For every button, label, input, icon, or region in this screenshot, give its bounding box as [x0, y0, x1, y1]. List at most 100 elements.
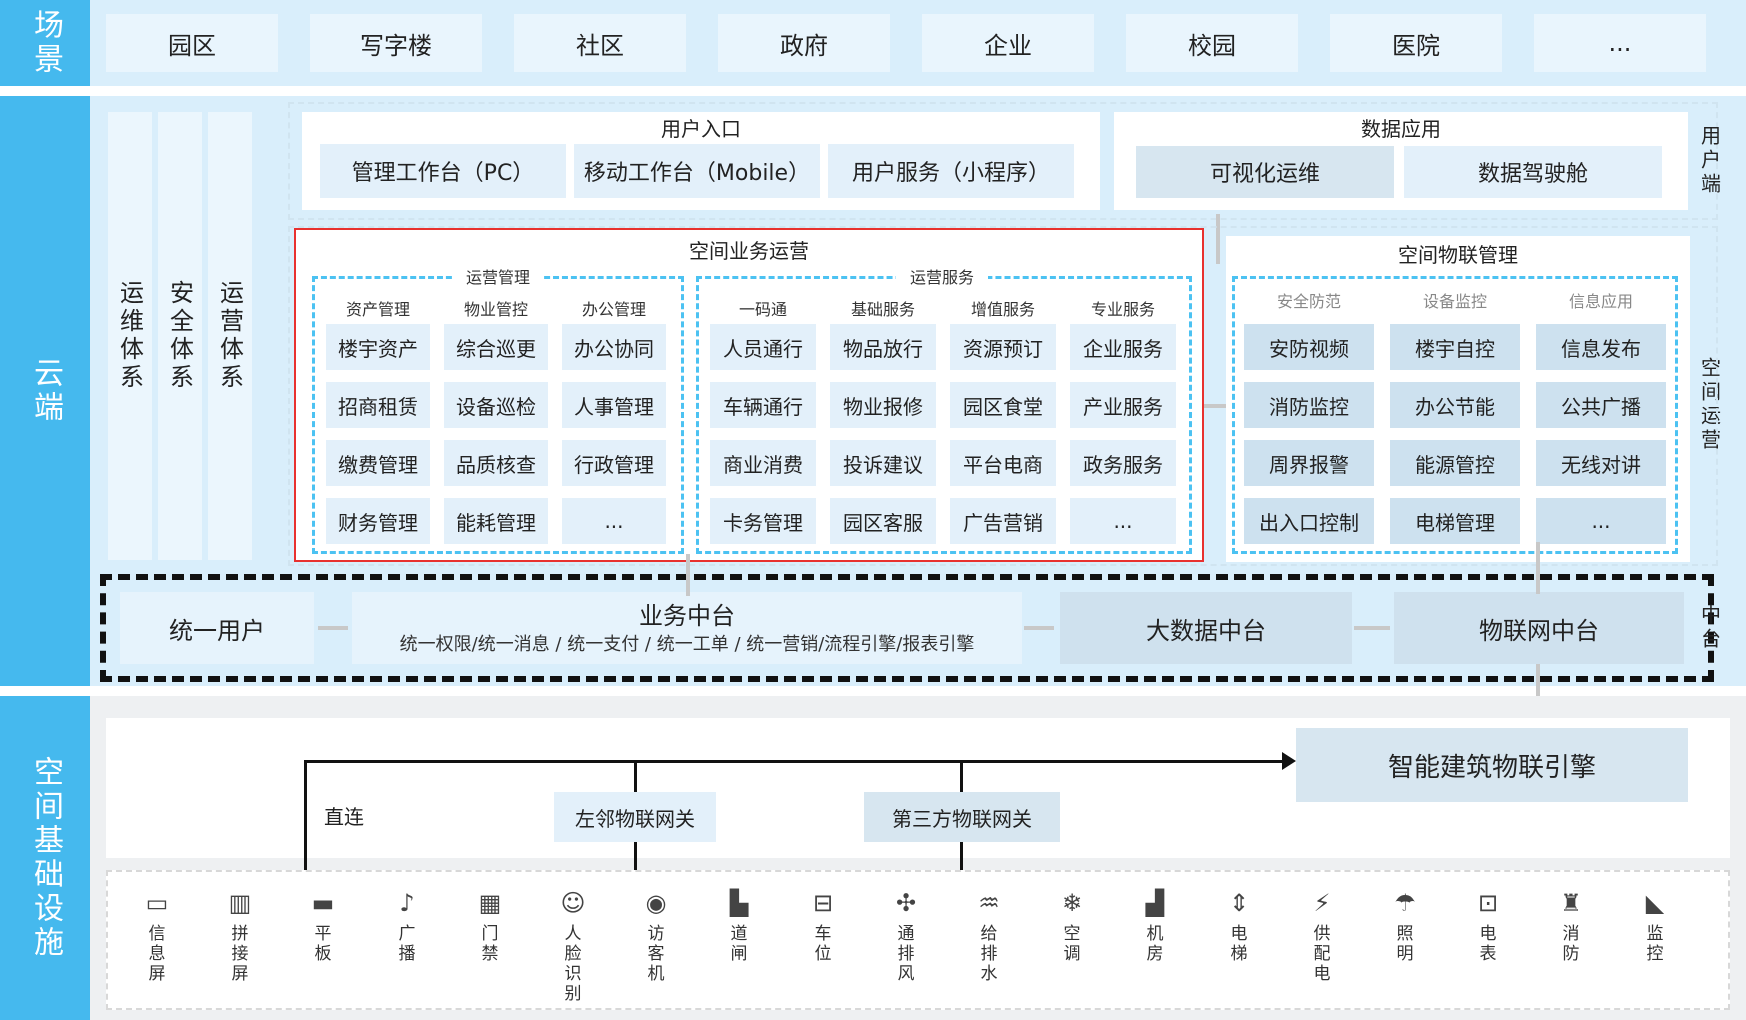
service-cell[interactable]: 财务管理 [326, 498, 430, 544]
service-cell[interactable]: 行政管理 [562, 440, 666, 486]
service-cell[interactable]: 投诉建议 [830, 440, 936, 486]
entry-mobile[interactable]: 移动工作台（Mobile） [574, 144, 820, 198]
bigdata-middle-platform[interactable]: 大数据中台 [1060, 592, 1352, 664]
device-item[interactable]: ▥ 拼接屏 [205, 888, 275, 984]
unified-user[interactable]: 统一用户 [120, 592, 314, 664]
service-cell[interactable]: 车辆通行 [710, 382, 816, 428]
water-pump-icon: ♒ [978, 889, 1000, 917]
meter-icon: ⊡ [1477, 889, 1499, 917]
service-cell[interactable]: ... [562, 498, 666, 544]
service-cell[interactable]: 物业报修 [830, 382, 936, 428]
service-cell[interactable]: 电梯管理 [1390, 498, 1520, 544]
service-cell[interactable]: 平台电商 [950, 440, 1056, 486]
service-cell[interactable]: ... [1536, 498, 1666, 544]
service-cell[interactable]: 周界报警 [1244, 440, 1374, 486]
system-operations: 运营体系 [208, 112, 252, 560]
device-item[interactable]: ▟ 机房 [1120, 888, 1190, 964]
service-cell[interactable]: 设备巡检 [444, 382, 548, 428]
device-item[interactable]: ♒ 给排水 [954, 888, 1024, 984]
device-item[interactable]: ♜ 消防 [1536, 888, 1606, 964]
lighting-icon: ☂ [1394, 889, 1416, 917]
device-label: 照明 [1396, 924, 1414, 964]
service-cell[interactable]: 人事管理 [562, 382, 666, 428]
service-cell[interactable]: 办公节能 [1390, 382, 1520, 428]
service-cell[interactable]: 招商租赁 [326, 382, 430, 428]
entry-pc[interactable]: 管理工作台（PC） [320, 144, 566, 198]
service-cell[interactable]: 办公协同 [562, 324, 666, 370]
arrowhead-engine [1282, 752, 1296, 770]
data-app-visual-ops[interactable]: 可视化运维 [1136, 146, 1394, 198]
device-item[interactable]: ☺ 人脸识别 [538, 888, 608, 1004]
line-to-engine [304, 760, 1288, 763]
device-item[interactable]: ⚡ 供配电 [1287, 888, 1357, 984]
device-label: 拼接屏 [231, 924, 249, 984]
biz-middle-platform[interactable]: 业务中台 统一权限/统一消息 / 统一支付 / 统一工单 / 统一营销/流程引擎… [352, 592, 1022, 664]
gateway-third-party[interactable]: 第三方物联网关 [864, 792, 1060, 842]
service-cell[interactable]: 综合巡更 [444, 324, 548, 370]
service-cell[interactable]: 园区客服 [830, 498, 936, 544]
service-cell[interactable]: 出入口控制 [1244, 498, 1374, 544]
scene-item[interactable]: ... [1534, 14, 1706, 72]
service-cell[interactable]: 能耗管理 [444, 498, 548, 544]
device-item[interactable]: ▬ 平板 [288, 888, 358, 964]
service-cell[interactable]: 企业服务 [1070, 324, 1176, 370]
device-item[interactable]: ▙ 道闸 [704, 888, 774, 964]
service-cell[interactable]: ... [1070, 498, 1176, 544]
service-cell[interactable]: 楼宇自控 [1390, 324, 1520, 370]
iot-middle-platform[interactable]: 物联网中台 [1394, 592, 1684, 664]
device-item[interactable]: ⇕ 电梯 [1204, 888, 1274, 964]
gateway-zuolin[interactable]: 左邻物联网关 [554, 792, 716, 842]
service-cell[interactable]: 信息发布 [1536, 324, 1666, 370]
device-item[interactable]: ▦ 门禁 [455, 888, 525, 964]
scene-item[interactable]: 政府 [718, 14, 890, 72]
column-header: 办公管理 [581, 300, 646, 319]
access-control-icon: ▦ [478, 889, 502, 917]
device-label: 消防 [1562, 924, 1580, 964]
device-label: 电梯 [1230, 924, 1248, 964]
service-cell[interactable]: 园区食堂 [950, 382, 1056, 428]
service-cell[interactable]: 缴费管理 [326, 440, 430, 486]
service-cell[interactable]: 楼宇资产 [326, 324, 430, 370]
service-cell[interactable]: 品质核查 [444, 440, 548, 486]
service-cell[interactable]: 无线对讲 [1536, 440, 1666, 486]
broadcast-icon: ♪ [399, 889, 415, 917]
device-label: 电表 [1479, 924, 1497, 964]
service-cell[interactable]: 安防视频 [1244, 324, 1374, 370]
elevator-icon: ⇕ [1228, 889, 1250, 917]
scene-item[interactable]: 园区 [106, 14, 278, 72]
data-app-cockpit[interactable]: 数据驾驶舱 [1404, 146, 1662, 198]
scene-item[interactable]: 社区 [514, 14, 686, 72]
device-item[interactable]: ♪ 广播 [372, 888, 442, 964]
smart-building-iot-engine[interactable]: 智能建筑物联引擎 [1296, 728, 1688, 802]
service-cell[interactable]: 广告营销 [950, 498, 1056, 544]
device-label: 人脸识别 [564, 924, 582, 1004]
device-item[interactable]: ◣ 监控 [1620, 888, 1690, 964]
scene-item[interactable]: 医院 [1330, 14, 1502, 72]
scene-item[interactable]: 企业 [922, 14, 1094, 72]
machine-room-icon: ▟ [1145, 889, 1165, 917]
service-cell[interactable]: 卡务管理 [710, 498, 816, 544]
device-item[interactable]: ☂ 照明 [1370, 888, 1440, 964]
service-cell[interactable]: 公共广播 [1536, 382, 1666, 428]
service-cell[interactable]: 资源预订 [950, 324, 1056, 370]
device-item[interactable]: ⊟ 车位 [788, 888, 858, 964]
scene-item[interactable]: 校园 [1126, 14, 1298, 72]
scene-item[interactable]: 写字楼 [310, 14, 482, 72]
service-cell[interactable]: 政务服务 [1070, 440, 1176, 486]
entry-miniapp[interactable]: 用户服务（小程序） [828, 144, 1074, 198]
service-cell[interactable]: 能源管控 [1390, 440, 1520, 486]
service-cell[interactable]: 消防监控 [1244, 382, 1374, 428]
data-app-panel: 数据应用 可视化运维 数据驾驶舱 [1114, 112, 1688, 210]
service-cell[interactable]: 人员通行 [710, 324, 816, 370]
service-cell[interactable]: 商业消费 [710, 440, 816, 486]
device-item[interactable]: ✣ 通排风 [871, 888, 941, 984]
device-item[interactable]: ◉ 访客机 [621, 888, 691, 984]
device-item[interactable]: ▭ 信息屏 [122, 888, 192, 984]
connector-iot-down [1536, 542, 1540, 594]
system-label: 安全体系 [165, 280, 194, 392]
device-item[interactable]: ❄ 空调 [1037, 888, 1107, 964]
service-cell[interactable]: 物品放行 [830, 324, 936, 370]
service-cell[interactable]: 产业服务 [1070, 382, 1176, 428]
device-item[interactable]: ⊡ 电表 [1453, 888, 1523, 964]
system-label: 运维体系 [115, 280, 144, 392]
